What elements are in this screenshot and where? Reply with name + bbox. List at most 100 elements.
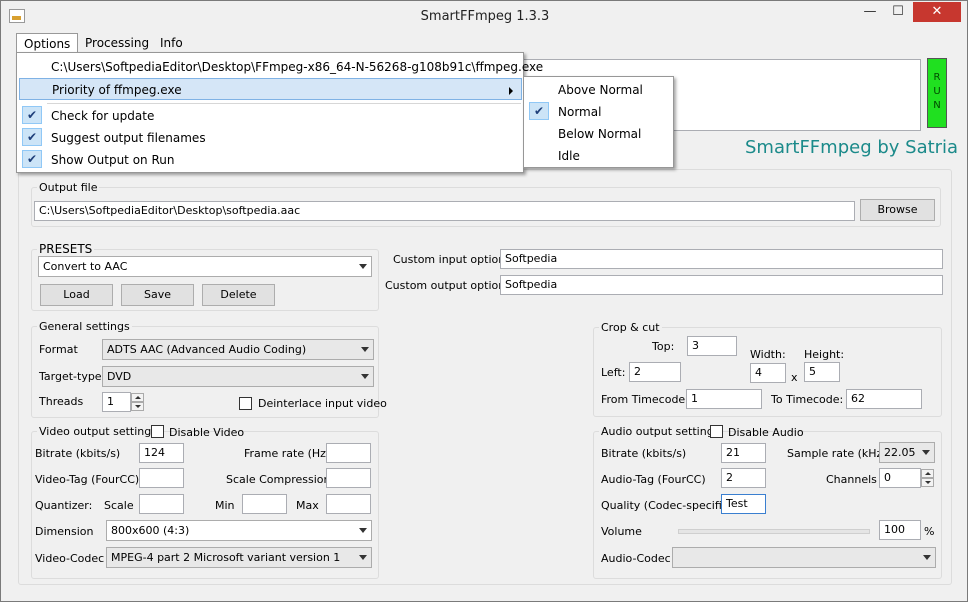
preset-select[interactable]: Convert to AAC — [38, 256, 372, 277]
video-bitrate-label: Bitrate (kbits/s) — [35, 447, 121, 460]
menu-separator — [47, 103, 521, 104]
chevron-down-icon — [922, 450, 930, 455]
presets-legend: PRESETS — [37, 242, 95, 256]
minimize-button[interactable]: — — [857, 2, 883, 22]
suggest-filenames-item[interactable]: ✔ Suggest output filenames — [19, 127, 522, 149]
output-path-input[interactable]: C:\Users\SoftpediaEditor\Desktop\softped… — [34, 201, 855, 221]
quantizer-scale-input[interactable] — [139, 494, 184, 514]
crop-height-input[interactable]: 5 — [804, 362, 840, 382]
threads-label: Threads — [39, 395, 84, 408]
crop-x-label: x — [791, 371, 798, 384]
threads-spinner[interactable] — [131, 393, 144, 411]
target-type-value: DVD — [107, 370, 132, 383]
menu-options[interactable]: Options — [16, 33, 79, 53]
crop-height-label: Height: — [804, 348, 845, 361]
quantizer-min-input[interactable] — [242, 494, 287, 514]
check-icon: ✔ — [22, 106, 42, 124]
video-tag-input[interactable] — [139, 468, 184, 488]
chevron-down-icon — [361, 374, 369, 379]
channels-input[interactable]: 0 — [879, 468, 921, 488]
scale-compression-input[interactable] — [326, 468, 371, 488]
scale-compression-label: Scale Compression — [226, 473, 331, 486]
target-type-select[interactable]: DVD — [102, 366, 374, 387]
custom-output-label: Custom output options: — [385, 279, 515, 292]
from-timecode-input[interactable]: 1 — [686, 389, 762, 409]
ffmpeg-path-item[interactable]: C:\Users\SoftpediaEditor\Desktop\FFmpeg-… — [19, 56, 543, 78]
disable-audio-checkbox[interactable] — [710, 425, 723, 438]
show-output-item[interactable]: ✔ Show Output on Run — [19, 149, 522, 171]
check-icon: ✔ — [22, 150, 42, 168]
spinner-up-icon[interactable] — [131, 393, 144, 402]
crop-top-label: Top: — [652, 340, 675, 353]
disable-audio-label: Disable Audio — [728, 426, 804, 439]
frame-rate-label: Frame rate (Hz) — [244, 447, 331, 460]
priority-below-normal[interactable]: Below Normal — [526, 123, 672, 145]
menu-processing[interactable]: Processing — [78, 33, 156, 53]
volume-input[interactable]: 100 — [879, 520, 921, 540]
format-select[interactable]: ADTS AAC (Advanced Audio Coding) — [102, 339, 374, 360]
suggest-filenames-label: Suggest output filenames — [51, 131, 206, 145]
video-bitrate-input[interactable]: 124 — [139, 443, 184, 463]
spinner-down-icon[interactable] — [131, 402, 144, 411]
frame-rate-input[interactable] — [326, 443, 371, 463]
crop-left-label: Left: — [601, 366, 626, 379]
show-output-label: Show Output on Run — [51, 153, 175, 167]
channels-spinner[interactable] — [921, 469, 934, 487]
priority-above-normal-label: Above Normal — [558, 83, 643, 97]
priority-above-normal[interactable]: Above Normal — [526, 79, 672, 101]
quantizer-max-label: Max — [296, 499, 319, 512]
dimension-select[interactable]: 800x600 (4:3) — [106, 520, 372, 541]
volume-unit: % — [924, 525, 935, 538]
priority-menu-item[interactable]: Priority of ffmpeg.exe — [19, 78, 522, 100]
custom-input-field[interactable]: Softpedia — [500, 249, 943, 269]
load-preset-button[interactable]: Load — [40, 284, 113, 306]
maximize-button[interactable]: ☐ — [885, 2, 911, 22]
run-button[interactable]: R U N — [927, 58, 947, 128]
check-icon: ✔ — [529, 102, 549, 120]
brand-label: SmartFFmpeg by Satria — [745, 137, 959, 158]
quality-input[interactable]: Test — [721, 494, 766, 514]
crop-top-input[interactable]: 3 — [687, 336, 737, 356]
crop-left-input[interactable]: 2 — [629, 362, 681, 382]
run-letter-u: U — [933, 86, 941, 97]
audio-codec-select[interactable] — [672, 547, 936, 568]
output-file-legend: Output file — [37, 181, 100, 194]
volume-slider[interactable] — [678, 529, 870, 534]
crop-width-input[interactable]: 4 — [750, 363, 786, 383]
main-window: SmartFFmpeg 1.3.3 — ☐ ✕ Options Processi… — [0, 0, 968, 602]
save-preset-button[interactable]: Save — [121, 284, 194, 306]
spinner-up-icon[interactable] — [921, 469, 934, 478]
disable-video-checkbox[interactable] — [151, 425, 164, 438]
sample-rate-select[interactable]: 22.05 — [879, 442, 935, 463]
deinterlace-label: Deinterlace input video — [258, 397, 387, 410]
spinner-down-icon[interactable] — [921, 478, 934, 487]
close-button[interactable]: ✕ — [913, 2, 961, 22]
title-bar: SmartFFmpeg 1.3.3 — ☐ ✕ — [1, 1, 967, 33]
custom-output-field[interactable]: Softpedia — [500, 275, 943, 295]
threads-input[interactable]: 1 — [102, 392, 131, 412]
priority-idle[interactable]: Idle — [526, 145, 672, 167]
menu-info[interactable]: Info — [153, 33, 190, 53]
quantizer-max-input[interactable] — [326, 494, 371, 514]
crop-cut-legend: Crop & cut — [599, 321, 662, 334]
quality-label: Quality (Codec-specific) — [601, 499, 733, 512]
audio-codec-label: Audio-Codec — [601, 552, 671, 565]
priority-normal[interactable]: ✔ Normal — [526, 101, 672, 123]
format-select-value: ADTS AAC (Advanced Audio Coding) — [107, 343, 307, 356]
chevron-down-icon — [923, 555, 931, 560]
browse-button[interactable]: Browse — [860, 199, 935, 221]
sample-rate-label: Sample rate (kHz) — [787, 447, 887, 460]
sample-rate-value: 22.05 — [884, 446, 916, 459]
video-codec-select[interactable]: MPEG-4 part 2 Microsoft variant version … — [106, 547, 372, 568]
priority-submenu: Above Normal ✔ Normal Below Normal Idle — [523, 76, 674, 168]
deinterlace-checkbox[interactable] — [239, 397, 252, 410]
video-codec-value: MPEG-4 part 2 Microsoft variant version … — [111, 551, 341, 564]
check-update-label: Check for update — [51, 109, 155, 123]
delete-preset-button[interactable]: Delete — [202, 284, 275, 306]
to-timecode-input[interactable]: 62 — [846, 389, 922, 409]
audio-tag-input[interactable]: 2 — [721, 468, 766, 488]
priority-below-normal-label: Below Normal — [558, 127, 642, 141]
channels-label: Channels — [826, 473, 877, 486]
check-update-item[interactable]: ✔ Check for update — [19, 105, 522, 127]
audio-bitrate-input[interactable]: 21 — [721, 443, 766, 463]
